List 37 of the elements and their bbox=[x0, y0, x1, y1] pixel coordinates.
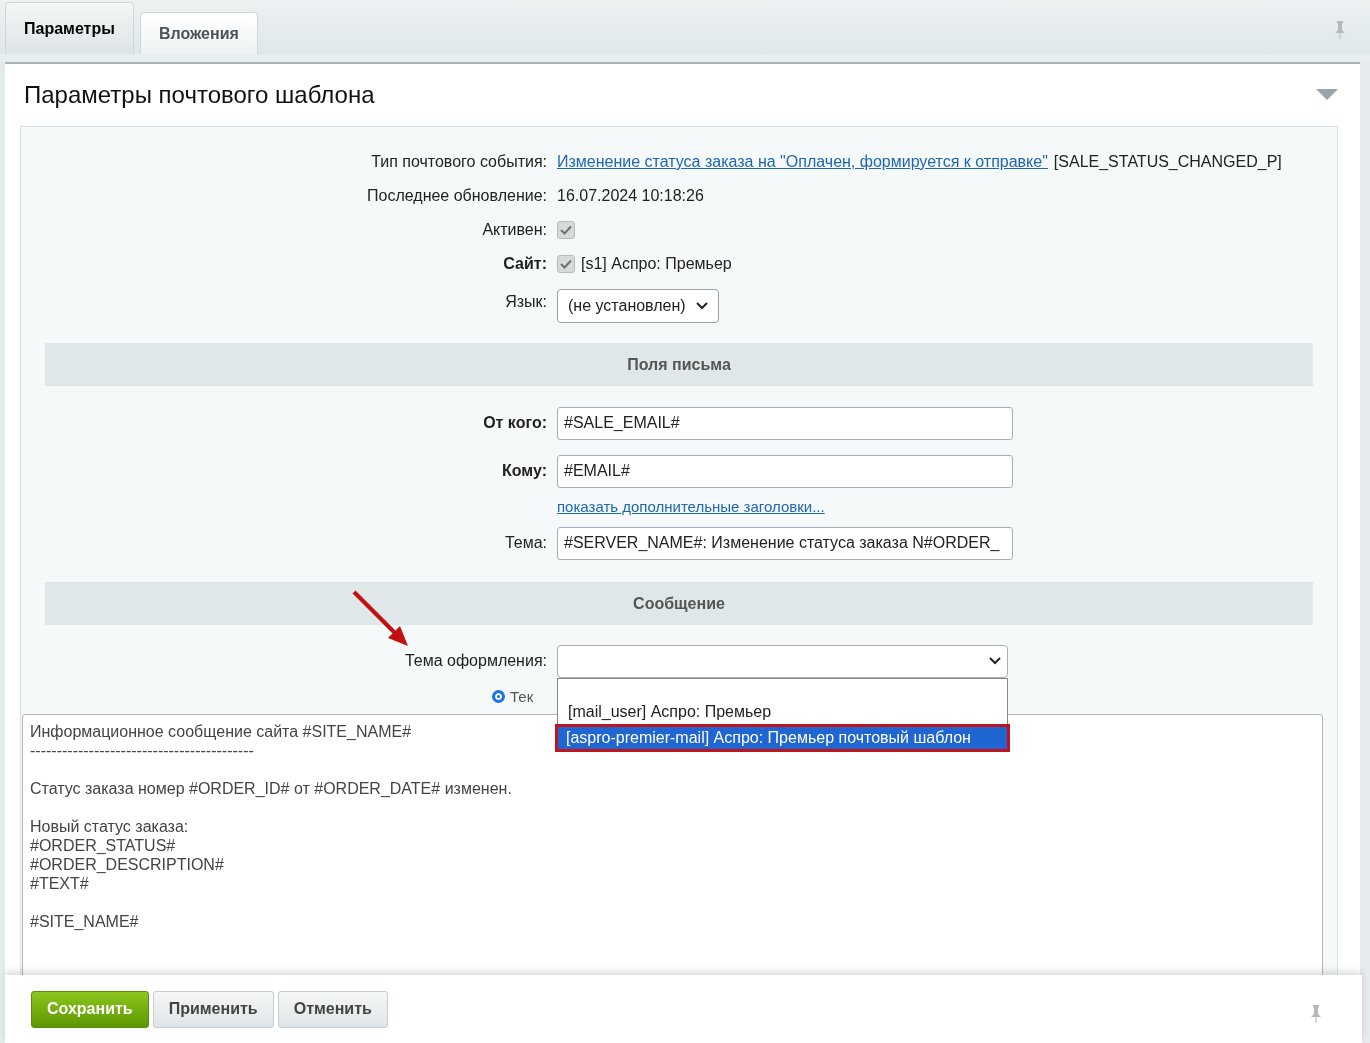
field-label: Кому: bbox=[502, 462, 547, 479]
chevron-icon bbox=[695, 302, 708, 310]
collapse-icon[interactable] bbox=[1316, 89, 1338, 101]
event-code: [SALE_STATUS_CHANGED_P] bbox=[1053, 153, 1282, 171]
theme-select[interactable] bbox=[557, 644, 1008, 678]
field-value: 16.07.2024 10:18:26 bbox=[557, 187, 704, 205]
field-label: Сайт: bbox=[503, 255, 547, 272]
dropdown-option[interactable]: [aspro-premier-mail] Аспро: Премьер почтовый шаблон bbox=[556, 724, 1009, 751]
checkbox[interactable] bbox=[557, 255, 575, 273]
field-label: Тема: bbox=[504, 534, 547, 551]
input-field[interactable]: #EMAIL# bbox=[557, 454, 1013, 488]
chevron-icon bbox=[989, 657, 1001, 665]
field-label: Язык: bbox=[505, 293, 547, 310]
input-field[interactable]: #SALE_EMAIL# bbox=[557, 406, 1013, 440]
panel-title: Параметры почтового шаблона bbox=[24, 81, 375, 109]
section-header: Поля письма bbox=[45, 343, 1313, 386]
radio-label: Тек bbox=[510, 687, 534, 705]
tab[interactable]: Вложения bbox=[139, 12, 258, 54]
checkbox-label: [s1] Аспро: Премьер bbox=[581, 255, 732, 273]
language-select[interactable]: (не установлен) bbox=[557, 289, 719, 323]
annotation-arrow bbox=[352, 590, 410, 648]
field-label: Активен: bbox=[482, 221, 547, 238]
pin-icon[interactable] bbox=[1310, 1004, 1322, 1024]
tab[interactable]: Параметры bbox=[5, 2, 134, 54]
field-label: Тип почтового события: bbox=[371, 153, 547, 170]
field-label: Тема оформления: bbox=[404, 652, 547, 669]
radio-button[interactable] bbox=[492, 689, 505, 703]
pin-icon[interactable] bbox=[1334, 20, 1346, 40]
action-button[interactable]: Применить bbox=[152, 990, 274, 1028]
event-type-link[interactable]: Изменение статуса заказа на "Оплачен, формируется к отправке" bbox=[557, 153, 1048, 171]
more-headers-link[interactable]: показать дополнительные заголовки... bbox=[557, 497, 825, 515]
field-label: Последнее обновление: bbox=[367, 187, 547, 204]
section-header: Сообщение bbox=[45, 582, 1313, 625]
action-button[interactable]: Отменить bbox=[277, 990, 388, 1028]
input-field[interactable]: #SERVER_NAME#: Изменение статуса заказа N#ORDER_ bbox=[557, 526, 1013, 560]
checkbox[interactable] bbox=[557, 221, 575, 239]
field-label: От кого: bbox=[483, 414, 547, 431]
